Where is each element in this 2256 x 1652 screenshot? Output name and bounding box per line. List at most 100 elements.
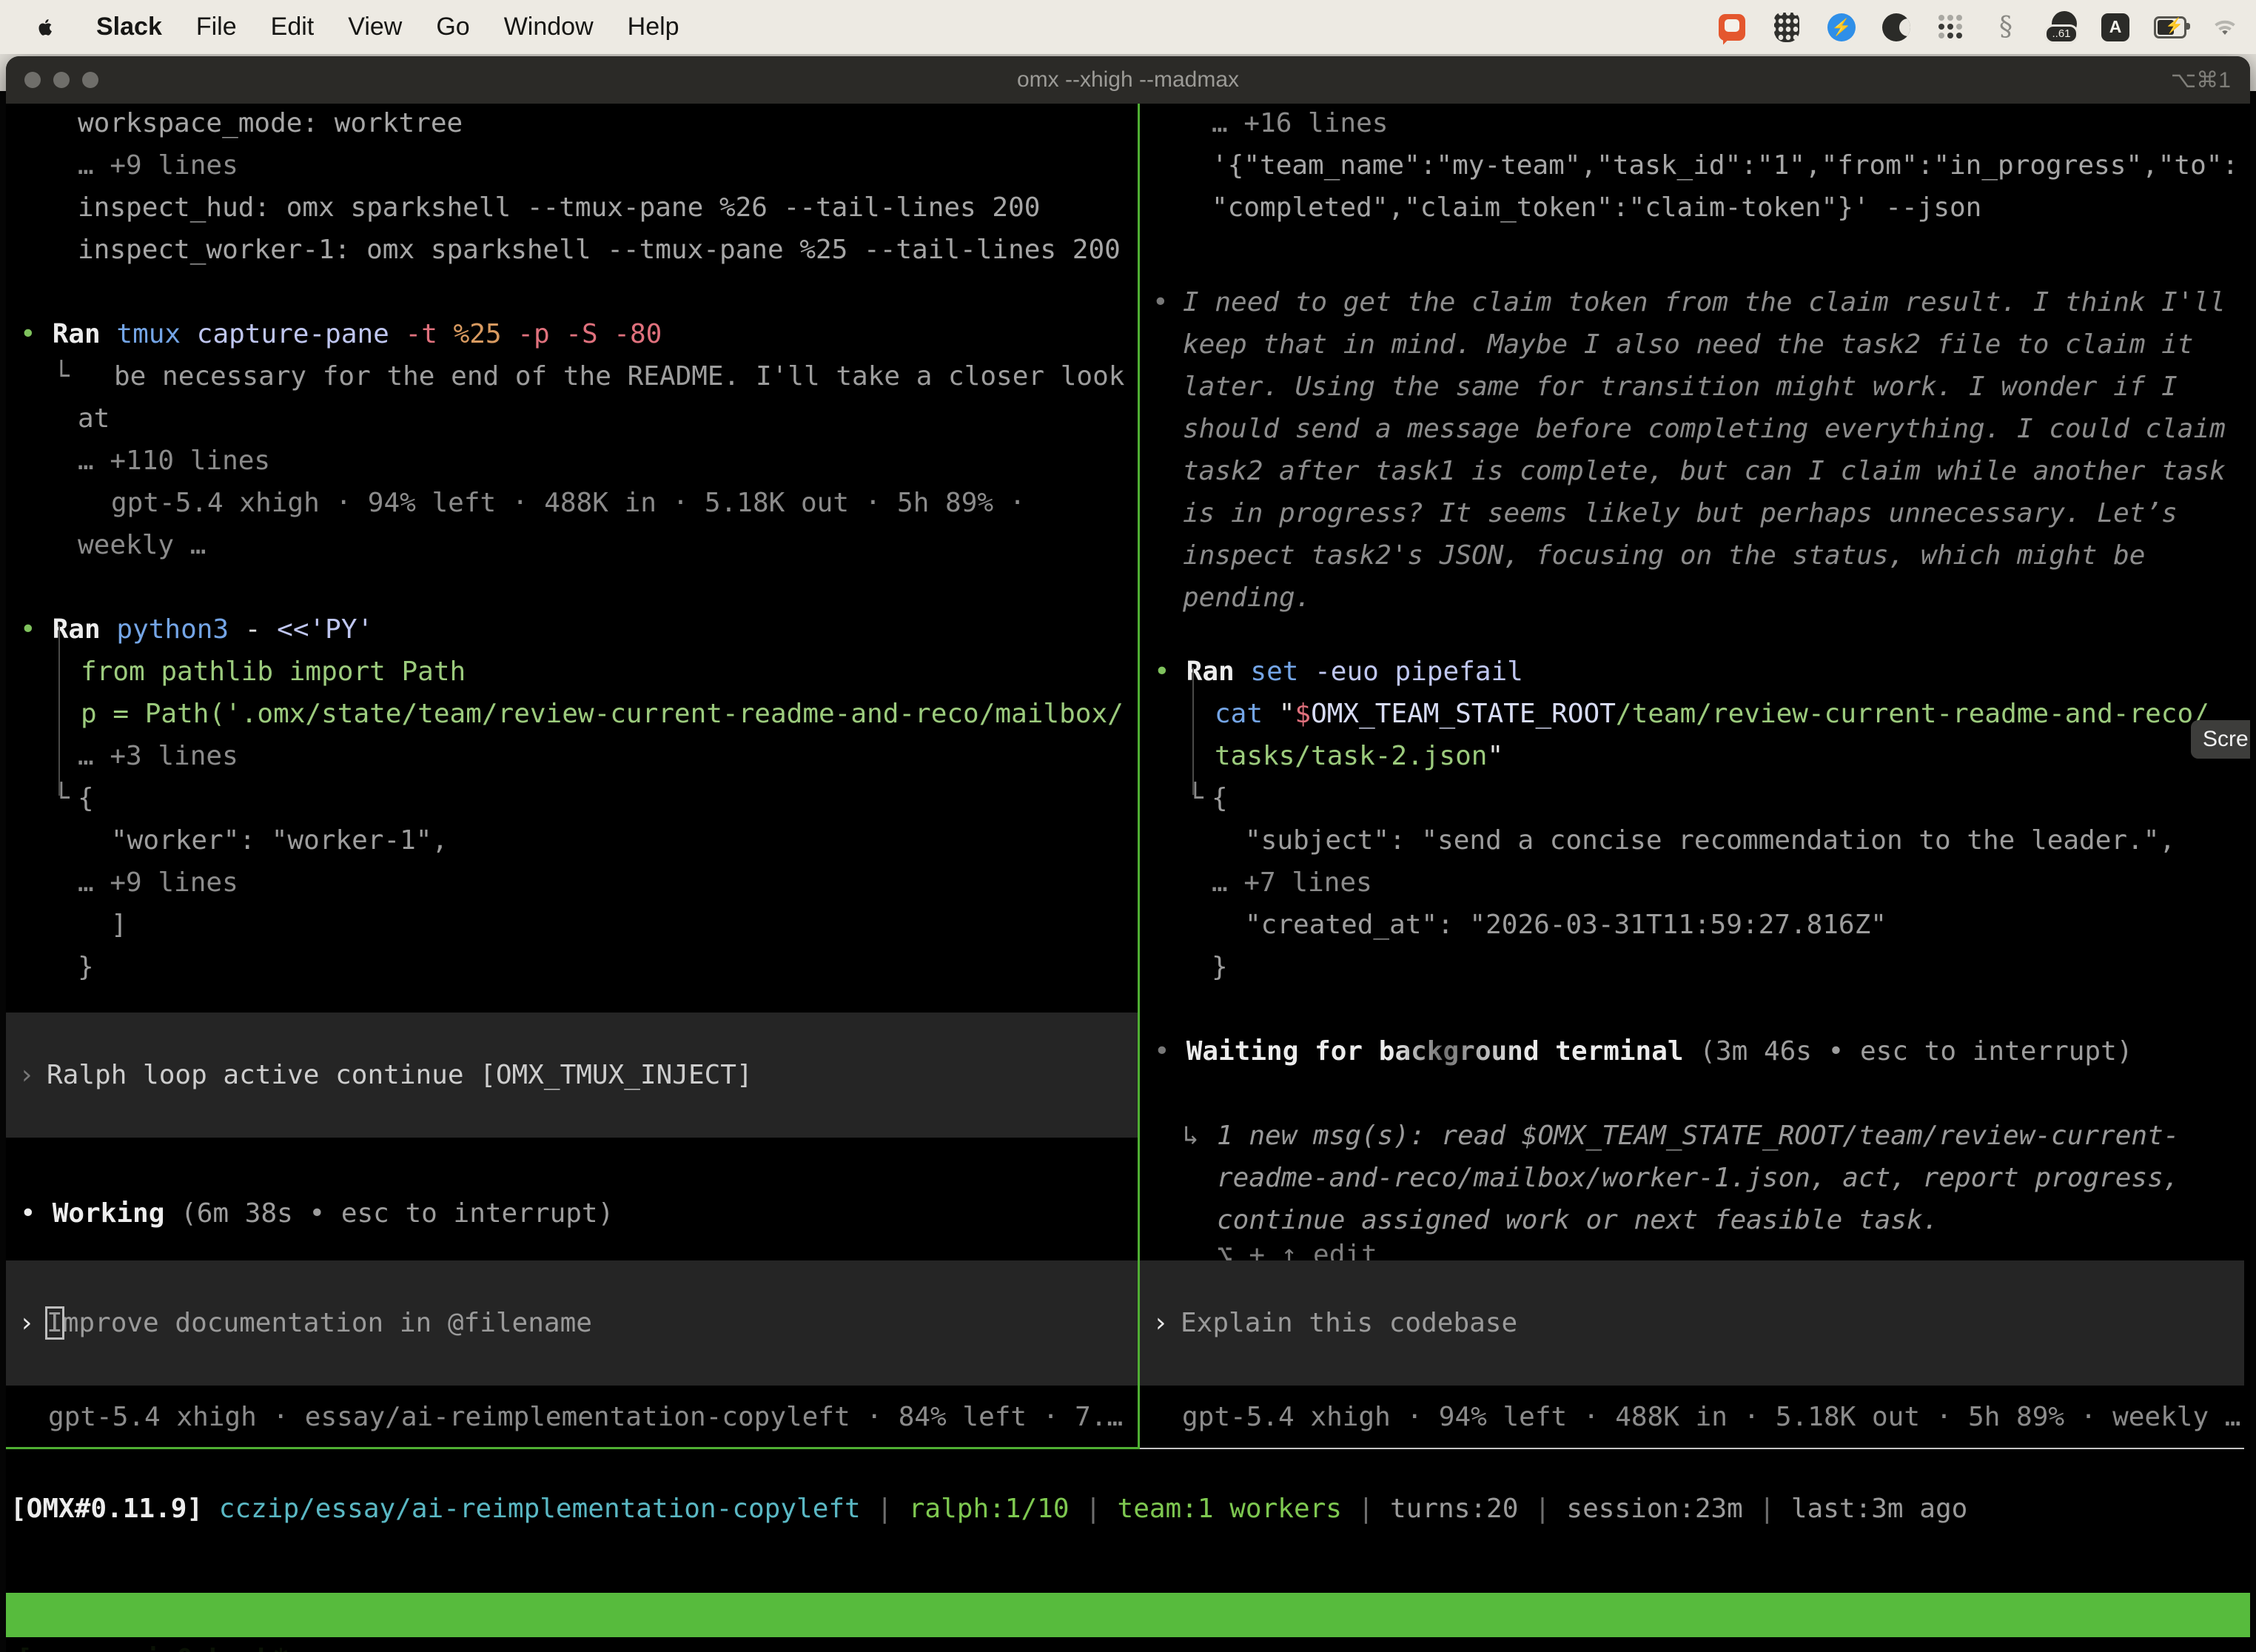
keyboard-a-icon[interactable]: A [2099, 11, 2132, 44]
output-bracket: ] [111, 904, 127, 946]
tmux-session-window[interactable]: [omx-cczip0:bash* [16, 1637, 289, 1652]
screen: Slack File Edit View Go Window Help ⚡ § … [0, 0, 2256, 1652]
menu-help[interactable]: Help [628, 13, 679, 41]
badge-61-icon[interactable]: ..61 [2044, 11, 2077, 44]
inject-message-bar[interactable]: › Ralph loop active continue [OMX_TMUX_I… [6, 1013, 1138, 1138]
screen-tooltip: Scre [2191, 720, 2250, 759]
command-pane-id: %25 [454, 319, 518, 349]
pane-divider[interactable] [1138, 104, 1140, 1449]
omx-session-time: session:23m [1566, 1494, 1742, 1524]
window-shortcut-hint: ⌥⌘1 [2171, 67, 2231, 93]
mailbox-line: 1 new msg(s): read $OMX_TEAM_STATE_ROOT/… [1217, 1115, 2179, 1157]
collapsed-lines-indicator[interactable]: … +3 lines [78, 735, 238, 777]
collapsed-lines-indicator[interactable]: … +9 lines [78, 144, 238, 187]
menu-edit[interactable]: Edit [271, 13, 315, 41]
omx-version: [OMX#0.11.9] [10, 1494, 219, 1524]
prompt-chevron-icon: › [19, 1302, 35, 1344]
mailbox-arrow-icon: ↳ [1183, 1115, 1199, 1157]
code-line: tasks/task-2.json" [1215, 735, 1503, 777]
output-line: "subject": "send a concise recommendatio… [1245, 819, 2175, 862]
env-variable: OMX_TEAM_STATE_ROOT [1311, 699, 1616, 729]
output-brace: { [1212, 777, 1228, 819]
output-corner: └ [53, 355, 70, 397]
thinking-line: I need to get the claim token from the c… [1183, 281, 2226, 323]
omx-status-line: [OMX#0.11.9] cczip/essay/ai-reimplementa… [10, 1488, 1967, 1530]
text-cursor: I [47, 1308, 63, 1338]
minimize-button[interactable] [53, 72, 70, 88]
bolt-circle-icon[interactable]: ⚡ [1825, 11, 1858, 44]
apple-icon[interactable] [30, 11, 62, 44]
log-line: inspect_worker-1: omx sparkshell --tmux-… [78, 229, 1121, 271]
log-line: "completed","claim_token":"claim-token"}… [1212, 187, 1981, 229]
input-placeholder[interactable]: Improve documentation in @filename [47, 1302, 592, 1344]
chat-app-icon[interactable] [1716, 11, 1748, 44]
command-subcommand: capture-pane [197, 319, 406, 349]
input-placeholder[interactable]: Explain this codebase [1181, 1302, 1517, 1344]
command-heredoc: <<'PY' [277, 614, 373, 645]
waiting-status: •Waiting for background terminal (3m 46s… [1154, 1030, 2132, 1072]
shield-grid-icon[interactable] [1770, 11, 1803, 44]
wifi-icon[interactable] [2209, 11, 2241, 44]
menu-go[interactable]: Go [436, 13, 469, 41]
collapsed-lines-indicator[interactable]: … +110 lines [78, 440, 270, 482]
command-program: tmux [116, 319, 196, 349]
session-status-left: gpt-5.4 xhigh · essay/ai-reimplementatio… [48, 1396, 1123, 1438]
close-button[interactable] [24, 72, 41, 88]
code-line: p = Path('.omx/state/team/review-current… [81, 693, 1124, 735]
squiggle-icon[interactable]: § [1990, 11, 2022, 44]
traffic-lights [24, 72, 98, 88]
menu-app-name[interactable]: Slack [96, 13, 162, 41]
session-status-right: gpt-5.4 xhigh · 94% left · 488K in · 5.1… [1182, 1396, 2240, 1438]
menu-view[interactable]: View [348, 13, 402, 41]
bullet-icon: • [1154, 1036, 1170, 1067]
left-pane-border [6, 1447, 1140, 1449]
menu-window[interactable]: Window [504, 13, 594, 41]
terminal-content[interactable]: workspace_mode: worktree … +9 lines insp… [6, 104, 2250, 1652]
prompt-chevron-icon: › [1152, 1302, 1169, 1344]
omx-team-workers: team:1 workers [1118, 1494, 1342, 1524]
inject-message-text: Ralph loop active continue [OMX_TMUX_INJ… [47, 1054, 753, 1096]
code-line: cat "$OMX_TEAM_STATE_ROOT/team/review-cu… [1215, 693, 2209, 735]
log-line: workspace_mode: worktree [78, 102, 463, 144]
window-title-bar[interactable]: omx --xhigh --madmax ⌥⌘1 [6, 56, 2250, 104]
thinking-line: task2 after task1 is complete, but can I… [1183, 450, 2226, 492]
omx-last-activity: last:3m ago [1791, 1494, 1967, 1524]
menu-bar: Slack File Edit View Go Window Help ⚡ § … [0, 0, 2256, 54]
collapsed-lines-indicator[interactable]: … +9 lines [78, 862, 238, 904]
working-label: Working [53, 1198, 181, 1229]
thinking-line: later. Using the same for transition mig… [1183, 366, 2178, 408]
log-line: inspect_hud: omx sparkshell --tmux-pane … [78, 187, 1040, 229]
menu-file[interactable]: File [196, 13, 237, 41]
thinking-line: inspect task2's JSON, focusing on the st… [1183, 534, 2145, 577]
menu-bar-left: Slack File Edit View Go Window Help [0, 11, 679, 44]
path-segment: tasks/task-2.json [1215, 741, 1487, 771]
command-dash: - [245, 614, 277, 645]
battery-icon[interactable]: ⚡ [2154, 11, 2186, 44]
bullet-icon: • [20, 319, 36, 349]
zoom-button[interactable] [82, 72, 98, 88]
chat-input-right[interactable]: › Explain this codebase [1140, 1260, 2244, 1386]
ran-label: Ran [1186, 657, 1251, 687]
dots-grid-icon[interactable] [1935, 11, 1967, 44]
mailbox-line: readme-and-reco/mailbox/worker-1.json, a… [1217, 1157, 2179, 1199]
log-line: '{"team_name":"my-team","task_id":"1","f… [1212, 144, 2238, 187]
ran-label: Ran [53, 319, 117, 349]
command-flags: -euo pipefail [1315, 657, 1523, 687]
output-line: "worker": "worker-1", [111, 819, 448, 862]
collapsed-lines-indicator[interactable]: … +16 lines [1212, 102, 1388, 144]
chat-input-left[interactable]: › Improve documentation in @filename [6, 1260, 1138, 1386]
command-flags: -p -S -80 [517, 319, 662, 349]
cat-command: cat [1215, 699, 1279, 729]
menu-bar-status: ⚡ § ..61 A ⚡ [1716, 11, 2256, 44]
output-line: weekly … [78, 524, 206, 566]
ran-label: Ran [53, 614, 117, 645]
tmux-status-bar: [omx-cczip0:bash* "MacBook-Pro-44.local"… [6, 1593, 2250, 1637]
bullet-icon: • [20, 614, 36, 645]
thinking-line: is in progress? It seems likely but perh… [1183, 492, 2178, 534]
collapsed-lines-indicator[interactable]: … +7 lines [1212, 862, 1372, 904]
waiting-label: Waiting for background terminal [1186, 1036, 1700, 1067]
thinking-line: keep that in mind. Maybe I also need the… [1183, 323, 2193, 366]
omx-ralph-counter: ralph:1/10 [909, 1494, 1070, 1524]
omx-turns: turns:20 [1390, 1494, 1518, 1524]
crescent-icon[interactable] [1880, 11, 1913, 44]
